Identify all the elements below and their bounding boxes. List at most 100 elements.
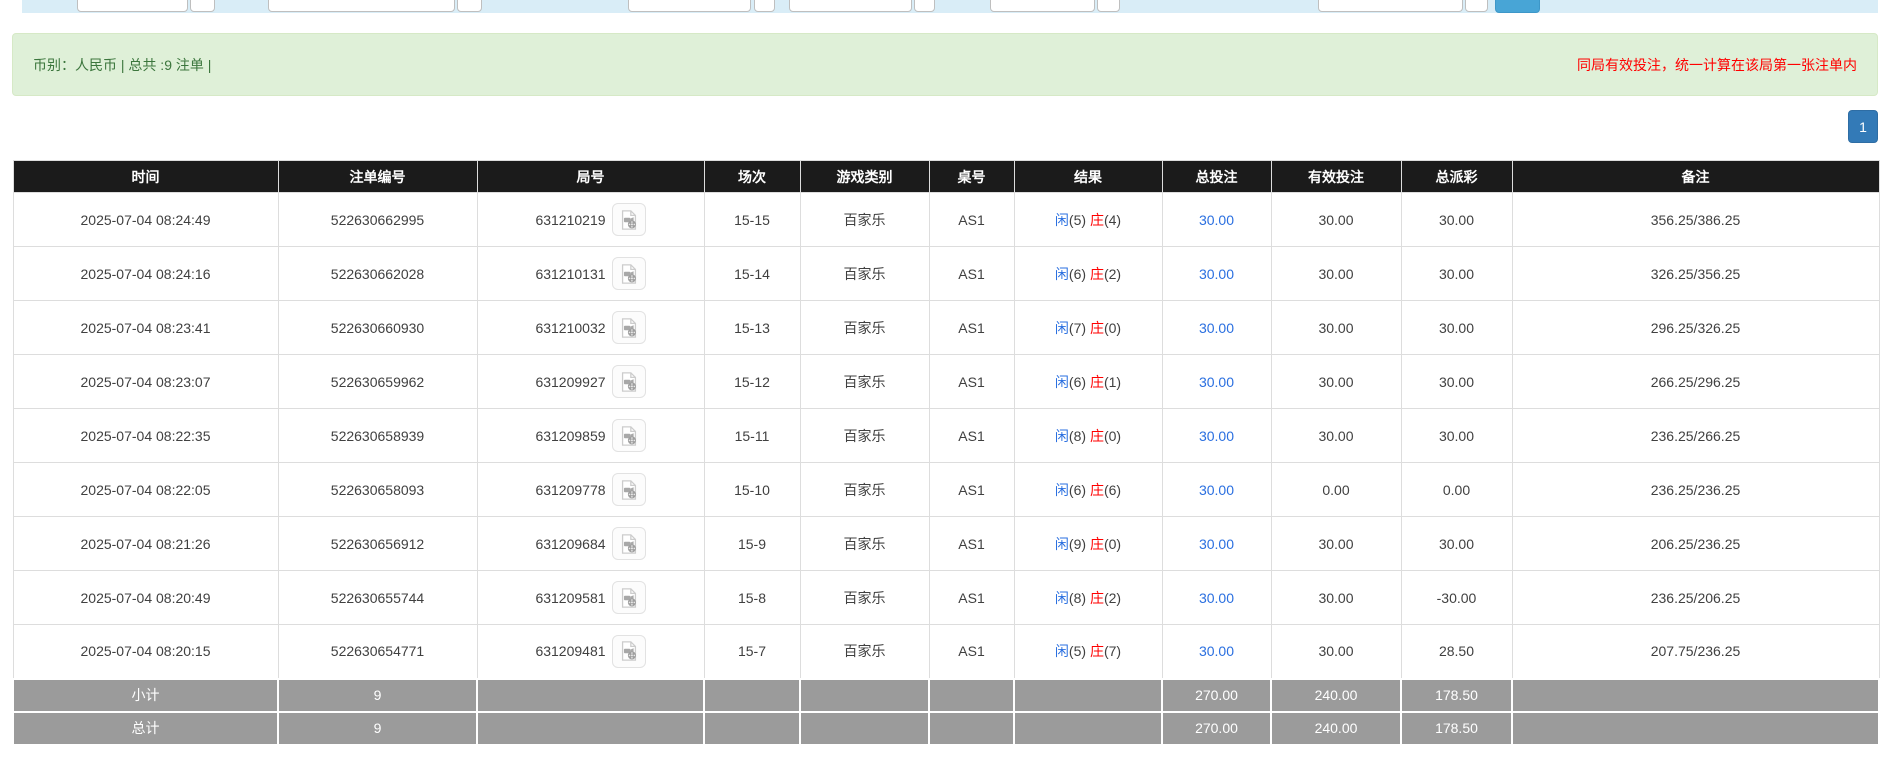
video-replay-button[interactable]	[612, 419, 646, 452]
table-row: 2025-07-04 08:22:35 522630658939 6312098…	[13, 409, 1879, 463]
filter-addon-button[interactable]	[914, 0, 935, 12]
table-row: 2025-07-04 08:23:41 522630660930 6312100…	[13, 301, 1879, 355]
table-number-cell: AS1	[929, 247, 1014, 301]
valid-bet-cell: 30.00	[1271, 409, 1401, 463]
table-row: 2025-07-04 08:21:26 522630656912 6312096…	[13, 517, 1879, 571]
round-number-cell: 631209684	[477, 517, 704, 571]
session-cell: 15-11	[704, 409, 800, 463]
remark-cell: 207.75/236.25	[1512, 625, 1879, 679]
table-number-cell: AS1	[929, 571, 1014, 625]
column-header: 备注	[1512, 161, 1879, 193]
filter-addon-button[interactable]	[457, 0, 482, 12]
game-type-cell: 百家乐	[800, 463, 929, 517]
banker-result-count: (6)	[1104, 482, 1121, 498]
banker-result-count: (2)	[1104, 590, 1121, 606]
remark-cell: 356.25/386.25	[1512, 193, 1879, 247]
banker-result-label: 庄	[1090, 590, 1104, 606]
payout-cell: 30.00	[1401, 355, 1512, 409]
filter-addon-button[interactable]	[1465, 0, 1488, 12]
banker-result-label: 庄	[1090, 320, 1104, 336]
round-number: 631209927	[535, 374, 605, 390]
column-header: 总派彩	[1401, 161, 1512, 193]
filter-input[interactable]	[628, 0, 751, 12]
totals-payout-cell: 178.50	[1401, 712, 1512, 745]
banker-result-label: 庄	[1090, 482, 1104, 498]
video-replay-button[interactable]	[612, 473, 646, 506]
total-bet-link[interactable]: 30.00	[1199, 374, 1234, 390]
video-replay-button[interactable]	[612, 311, 646, 344]
page-1-button[interactable]: 1	[1848, 110, 1878, 143]
player-result-count: (5)	[1069, 212, 1086, 228]
totals-count-cell: 9	[278, 712, 477, 745]
result-cell: 闲(6) 庄(1)	[1014, 355, 1162, 409]
time-cell: 2025-07-04 08:21:26	[13, 517, 278, 571]
video-replay-button[interactable]	[612, 257, 646, 290]
total-bet-cell: 30.00	[1162, 409, 1271, 463]
player-result-label: 闲	[1055, 374, 1069, 390]
session-cell: 15-14	[704, 247, 800, 301]
totals-row: 小计 9 270.00 240.00 178.50	[13, 679, 1879, 712]
payout-cell: 30.00	[1401, 193, 1512, 247]
payout-cell: 30.00	[1401, 409, 1512, 463]
filter-addon-button[interactable]	[190, 0, 215, 12]
total-bet-link[interactable]: 30.00	[1199, 266, 1234, 282]
session-cell: 15-8	[704, 571, 800, 625]
result-cell: 闲(7) 庄(0)	[1014, 301, 1162, 355]
round-number: 631210219	[535, 212, 605, 228]
filter-input[interactable]	[990, 0, 1095, 12]
video-replay-button[interactable]	[612, 527, 646, 560]
game-type-cell: 百家乐	[800, 625, 929, 679]
search-button[interactable]	[1495, 0, 1540, 13]
filter-addon-button[interactable]	[1097, 0, 1120, 12]
filter-input[interactable]	[77, 0, 188, 12]
total-bet-link[interactable]: 30.00	[1199, 482, 1234, 498]
round-number: 631209684	[535, 536, 605, 552]
video-replay-button[interactable]	[612, 635, 646, 668]
game-type-cell: 百家乐	[800, 301, 929, 355]
valid-bet-cell: 30.00	[1271, 625, 1401, 679]
banker-result-count: (2)	[1104, 266, 1121, 282]
total-bet-cell: 30.00	[1162, 193, 1271, 247]
remark-cell: 236.25/266.25	[1512, 409, 1879, 463]
valid-bet-cell: 30.00	[1271, 247, 1401, 301]
total-bet-link[interactable]: 30.00	[1199, 536, 1234, 552]
bet-number-cell: 522630658939	[278, 409, 477, 463]
remark-cell: 206.25/236.25	[1512, 517, 1879, 571]
filter-addon-button[interactable]	[754, 0, 775, 12]
total-bet-link[interactable]: 30.00	[1199, 643, 1234, 659]
total-bet-link[interactable]: 30.00	[1199, 212, 1234, 228]
valid-bet-cell: 30.00	[1271, 193, 1401, 247]
total-bet-link[interactable]: 30.00	[1199, 428, 1234, 444]
video-replay-button[interactable]	[612, 203, 646, 236]
column-header: 桌号	[929, 161, 1014, 193]
filter-input[interactable]	[789, 0, 912, 12]
round-number: 631209859	[535, 428, 605, 444]
table-row: 2025-07-04 08:22:05 522630658093 6312097…	[13, 463, 1879, 517]
total-bet-link[interactable]: 30.00	[1199, 590, 1234, 606]
game-type-cell: 百家乐	[800, 409, 929, 463]
player-result-label: 闲	[1055, 590, 1069, 606]
total-bet-cell: 30.00	[1162, 355, 1271, 409]
video-replay-button[interactable]	[612, 581, 646, 614]
banker-result-count: (7)	[1104, 643, 1121, 659]
bet-number-cell: 522630660930	[278, 301, 477, 355]
player-result-label: 闲	[1055, 212, 1069, 228]
filter-input[interactable]	[268, 0, 455, 12]
time-cell: 2025-07-04 08:20:15	[13, 625, 278, 679]
round-number: 631209581	[535, 590, 605, 606]
total-bet-cell: 30.00	[1162, 625, 1271, 679]
video-replay-button[interactable]	[612, 365, 646, 398]
game-type-cell: 百家乐	[800, 247, 929, 301]
player-result-label: 闲	[1055, 643, 1069, 659]
filter-input[interactable]	[1318, 0, 1463, 12]
remark-cell: 296.25/326.25	[1512, 301, 1879, 355]
table-number-cell: AS1	[929, 301, 1014, 355]
table-number-cell: AS1	[929, 355, 1014, 409]
payout-cell: -30.00	[1401, 571, 1512, 625]
totals-valid-bet-cell: 240.00	[1271, 712, 1401, 745]
remark-cell: 266.25/296.25	[1512, 355, 1879, 409]
totals-row: 总计 9 270.00 240.00 178.50	[13, 712, 1879, 745]
player-result-count: (5)	[1069, 643, 1086, 659]
player-result-label: 闲	[1055, 428, 1069, 444]
total-bet-link[interactable]: 30.00	[1199, 320, 1234, 336]
